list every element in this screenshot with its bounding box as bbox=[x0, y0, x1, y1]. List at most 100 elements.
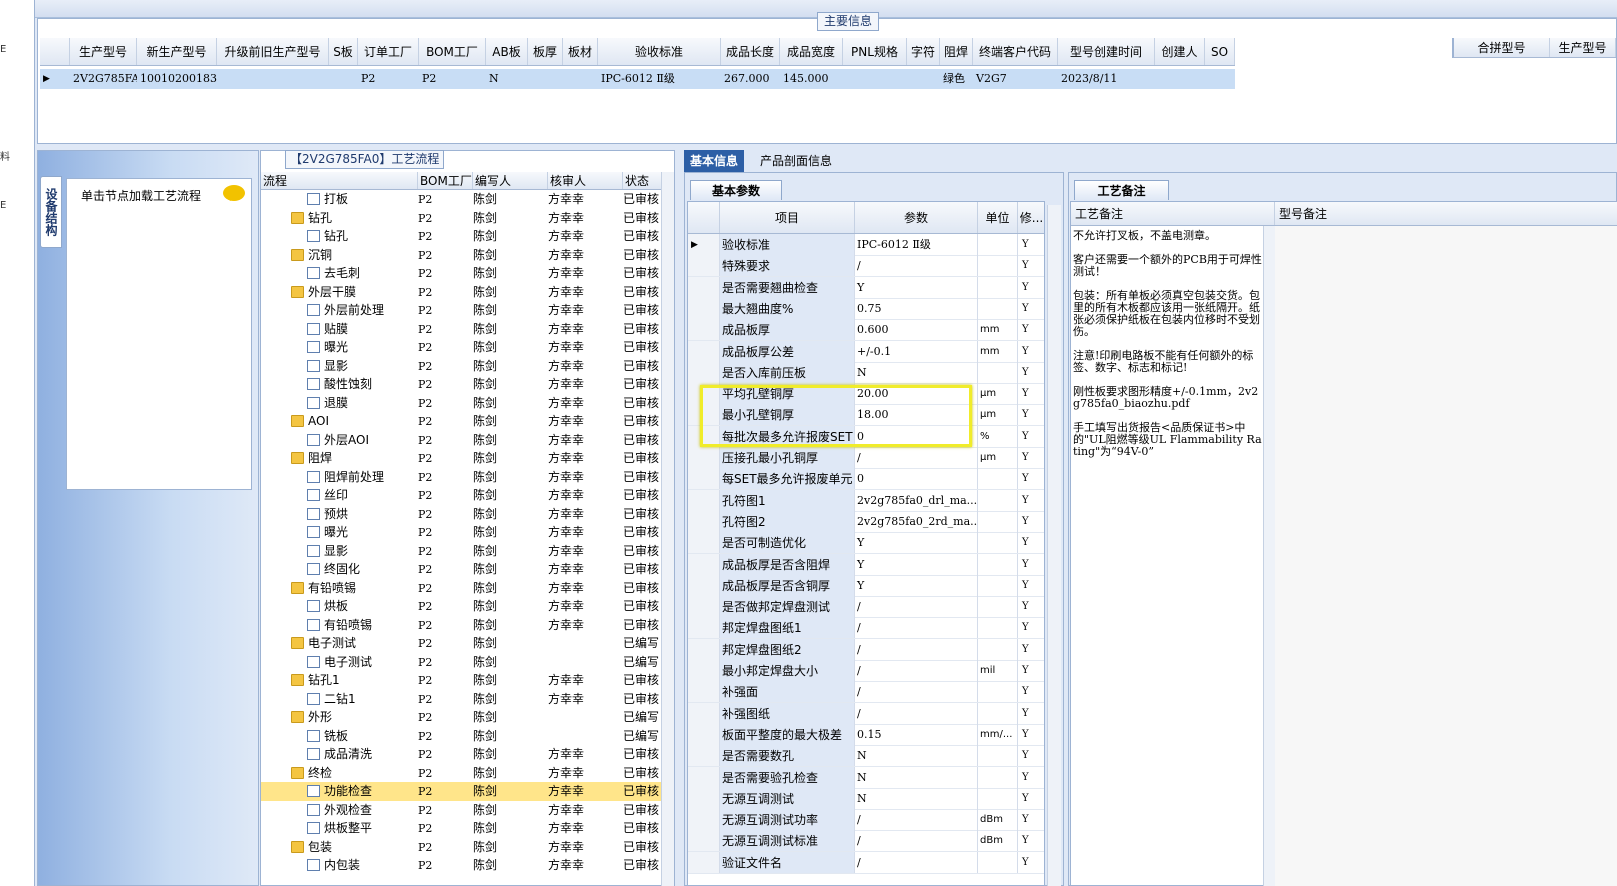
cell[interactable] bbox=[1205, 69, 1235, 89]
tab-basic-info[interactable]: 基本信息 bbox=[684, 150, 745, 172]
column-header[interactable]: 参数 bbox=[855, 202, 978, 233]
cell[interactable]: 145.000 bbox=[780, 69, 843, 89]
tree-row[interactable]: 外观检查 P2 陈剑 方幸幸 已审核 bbox=[261, 801, 661, 820]
tree-node[interactable]: 去毛刺 bbox=[261, 264, 418, 283]
param-value-cell[interactable]: / bbox=[855, 681, 978, 703]
tree-row[interactable]: 显影 P2 陈剑 方幸幸 已审核 bbox=[261, 357, 661, 376]
tree-node[interactable]: 沉铜 bbox=[261, 246, 418, 265]
column-header[interactable]: AB板 bbox=[486, 38, 528, 65]
tree-row[interactable]: 曝光 P2 陈剑 方幸幸 已审核 bbox=[261, 338, 661, 357]
tree-node[interactable]: 功能检查 bbox=[261, 782, 418, 801]
tree-node[interactable]: 退膜 bbox=[261, 394, 418, 413]
column-header[interactable]: 生产型号 bbox=[70, 38, 137, 65]
tree-node[interactable]: 成品清洗 bbox=[261, 745, 418, 764]
tree-node[interactable]: 二钻1 bbox=[261, 690, 418, 709]
param-value-cell[interactable]: N bbox=[855, 787, 978, 809]
param-value-cell[interactable]: Y bbox=[855, 276, 978, 298]
tree-row[interactable]: 二钻1 P2 陈剑 方幸幸 已审核 bbox=[261, 690, 661, 709]
tree-row[interactable]: 打板 P2 陈剑 方幸幸 已审核 bbox=[261, 190, 661, 209]
tree-node[interactable]: 阻焊前处理 bbox=[261, 468, 418, 487]
notes-scrollbar[interactable] bbox=[1263, 226, 1275, 886]
tree-node[interactable]: 外层干膜 bbox=[261, 283, 418, 302]
param-row[interactable]: 孔符图2 2v2g785fa0_2rd_ma... Y bbox=[688, 510, 1044, 533]
tree-node[interactable]: 电子测试 bbox=[261, 634, 418, 653]
tree-row[interactable]: AOI P2 陈剑 方幸幸 已审核 bbox=[261, 412, 661, 431]
column-header[interactable]: BOM工厂 bbox=[419, 38, 486, 65]
tree-row[interactable]: 外层前处理 P2 陈剑 方幸幸 已审核 bbox=[261, 301, 661, 320]
param-value-cell[interactable]: N bbox=[855, 361, 978, 383]
cell[interactable]: N bbox=[486, 69, 528, 89]
tree-node[interactable]: 烘板整平 bbox=[261, 819, 418, 838]
param-value-cell[interactable]: / bbox=[855, 851, 978, 873]
tree-row[interactable]: 烘板整平 P2 陈剑 方幸幸 已审核 bbox=[261, 819, 661, 838]
tree-node[interactable]: 烘板 bbox=[261, 597, 418, 616]
column-header[interactable]: 创建人 bbox=[1155, 38, 1205, 65]
cell[interactable]: 2023/8/11 bbox=[1058, 69, 1155, 89]
tree-node[interactable]: 预烘 bbox=[261, 505, 418, 524]
tree-node[interactable]: 电子测试 bbox=[261, 653, 418, 672]
column-header[interactable]: 成品宽度 bbox=[780, 38, 843, 65]
column-header[interactable]: 合拼型号 bbox=[1454, 38, 1550, 57]
param-value-cell[interactable]: Y bbox=[855, 553, 978, 575]
cell[interactable]: IPC-6012 Ⅱ级 bbox=[598, 69, 721, 89]
column-header[interactable]: 工艺备注 bbox=[1071, 202, 1275, 225]
column-header[interactable]: PNL规格 bbox=[843, 38, 907, 65]
tree-row[interactable]: 有铅喷锡 P2 陈剑 方幸幸 已审核 bbox=[261, 579, 661, 598]
param-value-cell[interactable]: N bbox=[855, 745, 978, 767]
param-row[interactable]: 特殊要求 / Y bbox=[688, 255, 1044, 278]
column-header[interactable]: 型号备注 bbox=[1275, 202, 1617, 225]
param-row[interactable]: 补强面 / Y bbox=[688, 681, 1044, 704]
cell[interactable]: P2 bbox=[358, 69, 419, 89]
param-row[interactable]: 成品板厚是否含铜厚 Y Y bbox=[688, 574, 1044, 597]
column-header[interactable]: 订单工厂 bbox=[358, 38, 419, 65]
tree-row[interactable]: 沉铜 P2 陈剑 方幸幸 已审核 bbox=[261, 246, 661, 265]
param-row[interactable]: 是否做邦定焊盘测试 / Y bbox=[688, 596, 1044, 619]
tree-node[interactable]: 贴膜 bbox=[261, 320, 418, 339]
tree-node[interactable]: 钻孔 bbox=[261, 227, 418, 246]
tree-row[interactable]: 有铅喷锡 P2 陈剑 方幸幸 已审核 bbox=[261, 616, 661, 635]
tree-row[interactable]: 内包装 P2 陈剑 方幸幸 已审核 bbox=[261, 856, 661, 875]
tree-node[interactable]: 外观检查 bbox=[261, 801, 418, 820]
column-header[interactable]: 终端客户代码 bbox=[973, 38, 1058, 65]
param-row[interactable]: 是否入库前压板 N Y bbox=[688, 361, 1044, 384]
cell[interactable] bbox=[329, 69, 358, 89]
cell[interactable] bbox=[907, 69, 940, 89]
tree-node[interactable]: 曝光 bbox=[261, 338, 418, 357]
tree-row[interactable]: 成品清洗 P2 陈剑 方幸幸 已审核 bbox=[261, 745, 661, 764]
param-value-cell[interactable]: IPC-6012 Ⅱ级 bbox=[855, 234, 978, 255]
tree-row[interactable]: 钻孔1 P2 陈剑 方幸幸 已审核 bbox=[261, 671, 661, 690]
param-value-cell[interactable]: / bbox=[855, 830, 978, 852]
param-row[interactable]: 验证文件名 / Y bbox=[688, 851, 1044, 874]
tree-row[interactable]: 酸性蚀刻 P2 陈剑 方幸幸 已审核 bbox=[261, 375, 661, 394]
tab-process-notes[interactable]: 工艺备注 bbox=[1074, 180, 1169, 200]
column-header[interactable]: 项目 bbox=[720, 202, 855, 233]
cell[interactable] bbox=[217, 69, 329, 89]
param-value-cell[interactable]: 0.15 bbox=[855, 723, 978, 745]
tree-row[interactable]: 贴膜 P2 陈剑 方幸幸 已审核 bbox=[261, 320, 661, 339]
column-header[interactable]: 板材 bbox=[563, 38, 598, 65]
param-row[interactable]: 每SET最多允许报废单元 0 Y bbox=[688, 468, 1044, 491]
param-row[interactable]: 最大翘曲度% 0.75 Y bbox=[688, 297, 1044, 320]
tree-row[interactable]: 外层AOI P2 陈剑 方幸幸 已审核 bbox=[261, 431, 661, 450]
tree-row[interactable]: 电子测试 P2 陈剑 已编写 bbox=[261, 634, 661, 653]
param-value-cell[interactable]: 2v2g785fa0_2rd_ma... bbox=[855, 510, 978, 532]
param-row[interactable]: 是否可制造优化 Y Y bbox=[688, 532, 1044, 555]
param-value-cell[interactable]: / bbox=[855, 596, 978, 618]
param-value-cell[interactable]: +/-0.1 bbox=[855, 340, 978, 362]
model-notes-area[interactable] bbox=[1275, 226, 1617, 886]
tree-node[interactable]: 钻孔 bbox=[261, 209, 418, 228]
column-header[interactable]: 字符 bbox=[907, 38, 940, 65]
column-header[interactable]: 流程 bbox=[261, 172, 418, 189]
tree-node[interactable]: 丝印 bbox=[261, 486, 418, 505]
tree-row[interactable]: 预烘 P2 陈剑 方幸幸 已审核 bbox=[261, 505, 661, 524]
tree-node[interactable]: 有铅喷锡 bbox=[261, 616, 418, 635]
device-structure-tab[interactable]: 设备结构 bbox=[40, 176, 62, 248]
tree-row[interactable]: 丝印 P2 陈剑 方幸幸 已审核 bbox=[261, 486, 661, 505]
tree-node[interactable]: 外形 bbox=[261, 708, 418, 727]
tree-row[interactable]: 包装 P2 陈剑 方幸幸 已审核 bbox=[261, 838, 661, 857]
tree-node[interactable]: 酸性蚀刻 bbox=[261, 375, 418, 394]
cell[interactable]: 267.000 bbox=[721, 69, 780, 89]
column-header[interactable]: 编写人 bbox=[473, 172, 548, 189]
tree-row[interactable]: 退膜 P2 陈剑 方幸幸 已审核 bbox=[261, 394, 661, 413]
tree-node[interactable]: 终固化 bbox=[261, 560, 418, 579]
